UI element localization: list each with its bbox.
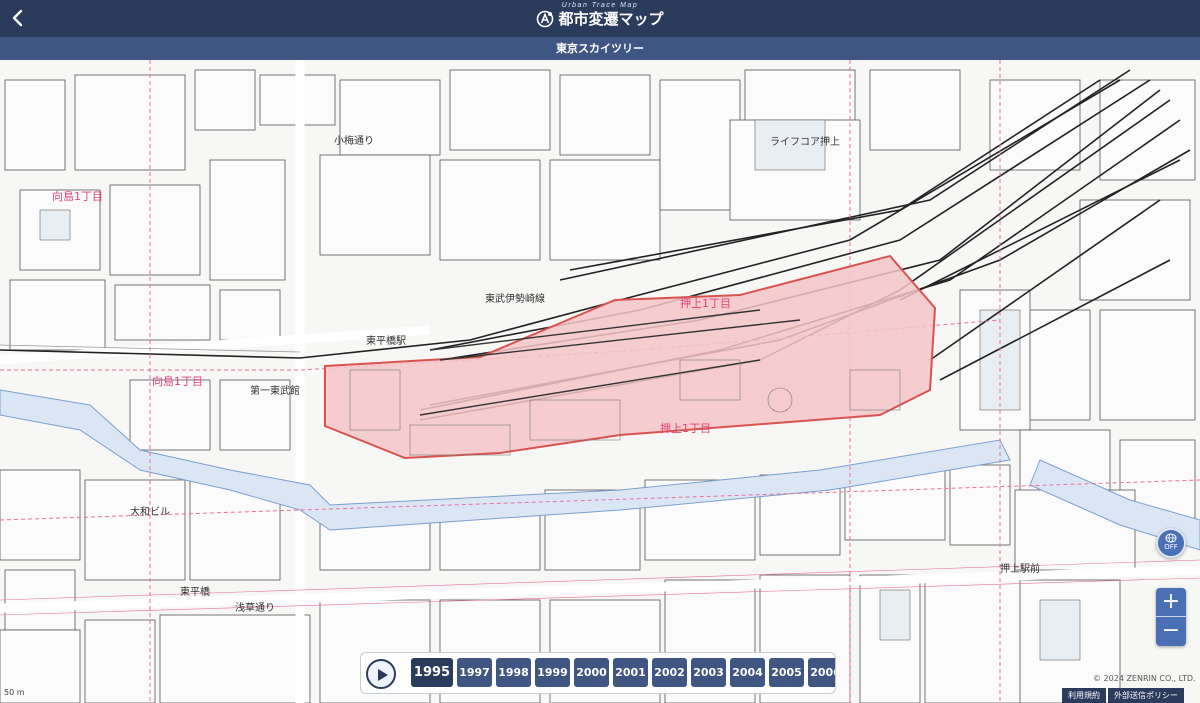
- scale-label: 50 m: [4, 688, 25, 697]
- district-label: 向島1丁目: [52, 190, 103, 203]
- year-button-1997[interactable]: 1997: [457, 658, 492, 687]
- building-label: 第一東武館: [250, 386, 300, 397]
- app-logo-icon: [537, 10, 554, 27]
- year-button-2005[interactable]: 2005: [769, 658, 804, 687]
- copyright-text: © 2024 ZENRIN CO., LTD.: [1093, 674, 1196, 683]
- year-button-1998[interactable]: 1998: [496, 658, 531, 687]
- year-list: 1995 1997 1998 1999 2000 2001 2002 2003 2004 2005…: [411, 658, 835, 687]
- zoom-in-button[interactable]: +: [1156, 588, 1186, 617]
- year-button-2004[interactable]: 2004: [730, 658, 765, 687]
- year-button-1995[interactable]: 1995: [411, 658, 453, 687]
- year-button-2002[interactable]: 2002: [652, 658, 687, 687]
- play-button[interactable]: [366, 659, 396, 689]
- zoom-out-button[interactable]: −: [1156, 617, 1186, 646]
- rail-label: 東武伊勢崎線: [485, 294, 545, 305]
- year-timeline: 1995 1997 1998 1999 2000 2001 2002 2003 2004 2005…: [360, 652, 836, 694]
- top-header: Urban Trace Map 都市変遷マップ: [0, 0, 1200, 37]
- brand: Urban Trace Map 都市変遷マップ: [0, 2, 1200, 29]
- building-label: ライフコア押上: [770, 137, 840, 148]
- year-button-1999[interactable]: 1999: [535, 658, 570, 687]
- year-button-2001[interactable]: 2001: [613, 658, 648, 687]
- map-canvas[interactable]: 小梅通り 東武伊勢崎線 東平橋駅 浅草通り 東平橋 押上駅前 第一東武館 押上1…: [0, 60, 1200, 703]
- play-icon: [378, 669, 388, 681]
- year-button-2006[interactable]: 2006: [808, 658, 835, 687]
- district-label: 押上1丁目: [660, 422, 711, 435]
- globe-icon: [1165, 533, 1177, 543]
- station-label: 東平橋駅: [366, 336, 406, 347]
- zoom-control: + −: [1156, 588, 1186, 646]
- district-label: 向島1丁目: [152, 375, 203, 388]
- road-label: 浅草通り: [235, 603, 275, 614]
- road-label: 押上駅前: [1000, 564, 1040, 575]
- year-button-2000[interactable]: 2000: [574, 658, 609, 687]
- year-button-2003[interactable]: 2003: [691, 658, 726, 687]
- app-root: Urban Trace Map 都市変遷マップ 東京スカイツリー 小梅通り 東武…: [0, 0, 1200, 703]
- toggle-label: OFF: [1164, 543, 1178, 551]
- location-bar: 東京スカイツリー: [0, 37, 1200, 60]
- external-policy-link[interactable]: 外部送信ポリシー: [1108, 688, 1184, 703]
- layer-toggle-button[interactable]: OFF: [1156, 528, 1186, 558]
- district-label: 押上1丁目: [680, 297, 731, 310]
- app-title: 都市変遷マップ: [558, 10, 664, 28]
- footer-links: 利用規約 外部送信ポリシー: [1060, 688, 1184, 703]
- road-label: 小梅通り: [334, 136, 374, 147]
- building-label: 大和ビル: [130, 507, 170, 518]
- terms-link[interactable]: 利用規約: [1062, 688, 1106, 703]
- location-title: 東京スカイツリー: [556, 42, 644, 55]
- road-label: 東平橋: [180, 587, 210, 598]
